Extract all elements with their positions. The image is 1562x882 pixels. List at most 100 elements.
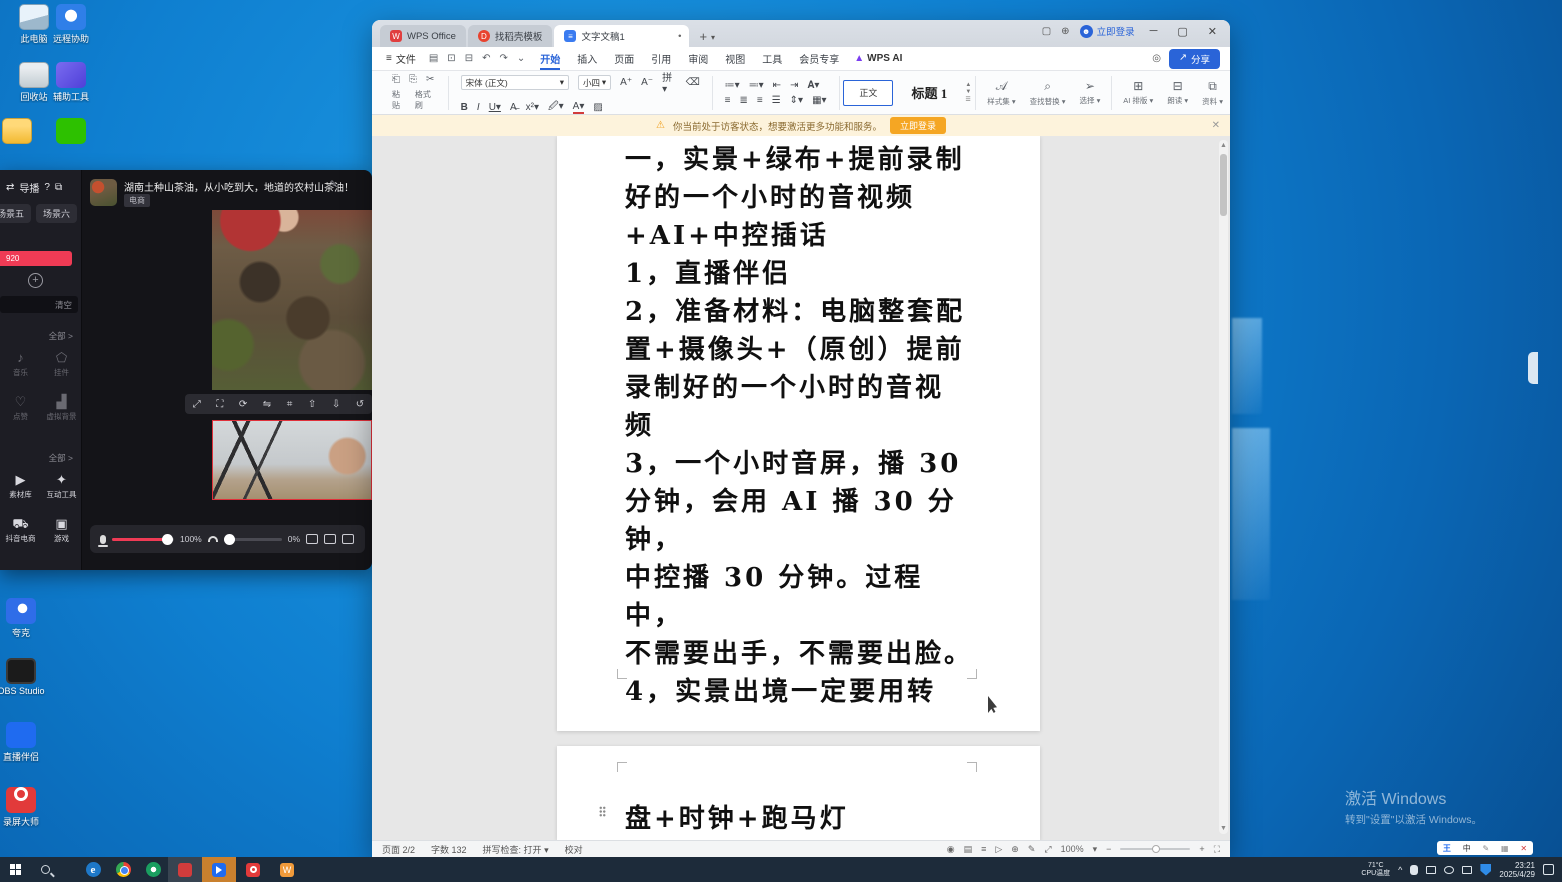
indent-button[interactable]: ⇥ (790, 80, 798, 91)
font-size-select[interactable]: 小四▾ (578, 75, 611, 90)
bold-button[interactable]: B (461, 102, 468, 113)
monitor-headphone-icon[interactable] (208, 536, 218, 542)
layer-up-icon[interactable]: ⇧ (308, 399, 316, 410)
find-replace-button[interactable]: ⌕ 查找替换 ▾ (1023, 79, 1073, 107)
more-caret-icon[interactable]: ⌄ (517, 53, 525, 64)
highlight-button[interactable]: 🖉▾ (548, 99, 564, 116)
word-count[interactable]: 字数 132 (431, 843, 467, 856)
layout-switch-icon[interactable]: ▢ (1042, 26, 1051, 37)
clear-button[interactable]: 清空 (55, 299, 72, 311)
document-scrollbar[interactable]: ▲ ▼ (1219, 140, 1228, 834)
font-name-select[interactable]: 宋体 (正文)▾ (461, 75, 569, 90)
shading-button[interactable]: ▦▾ (812, 95, 826, 106)
tool-sticker[interactable]: ⬠ 挂件 (41, 350, 82, 378)
popout-icon[interactable]: ⧉ (55, 182, 62, 193)
style-normal[interactable]: 正文 (843, 80, 893, 106)
action-center-icon[interactable] (1543, 864, 1554, 875)
zoom-out-button[interactable]: − (1106, 844, 1111, 854)
start-button[interactable] (0, 857, 30, 882)
zoom-level[interactable]: 100% (1061, 844, 1084, 854)
input-method-bar[interactable]: 王 中 ✎ ▦ ✕ (1437, 841, 1533, 855)
help-icon[interactable]: ? (44, 182, 50, 193)
paste-label[interactable]: 粘贴 (392, 89, 406, 111)
network-tray-icon[interactable] (1462, 866, 1472, 874)
video-preview-main[interactable] (212, 210, 372, 390)
clear-format-icon[interactable]: ⌫ (686, 77, 700, 88)
tab-wps-home[interactable]: W WPS Office (380, 25, 466, 47)
superscript-button[interactable]: x²▾ (526, 102, 539, 113)
desktop-icon-folder[interactable] (0, 118, 46, 144)
ribbon-tab-tools[interactable]: 工具 (760, 47, 784, 70)
hide-ribbon-icon[interactable]: ◎ (1152, 53, 1161, 64)
read-aloud-button[interactable]: ⊟ 朗读 ▾ (1160, 79, 1195, 106)
taskbar-clock[interactable]: 23:21 2025/4/29 (1499, 861, 1535, 879)
taskbar-live-companion-active[interactable] (202, 857, 236, 882)
record-icon[interactable] (342, 534, 354, 544)
tray-expand-icon[interactable]: ^ (1398, 865, 1402, 875)
document-text-page2[interactable]: 盘+时钟+跑马灯 (625, 798, 849, 835)
char-shading-button[interactable]: ▨ (593, 102, 602, 113)
close-button[interactable]: ✕ (1203, 25, 1222, 38)
ribbon-tab-reference[interactable]: 引用 (649, 47, 673, 70)
read-mode-icon[interactable]: ▷ (995, 844, 1002, 855)
italic-button[interactable]: I (477, 102, 480, 113)
document-page-1[interactable]: 一，实景+绿布+提前录制 好的一个小时的音视频 +AI+中控插话 1，直播伴侣 … (557, 136, 1040, 731)
share-button[interactable]: ↗ 分享 (1169, 49, 1220, 69)
numbering-button[interactable]: ≕▾ (749, 80, 764, 91)
section-all-2[interactable]: 全部 > (49, 452, 73, 464)
section-all-1[interactable]: 全部 > (49, 330, 73, 342)
bullets-button[interactable]: ≔▾ (725, 80, 740, 91)
banner-login-button[interactable]: 立即登录 (890, 117, 946, 134)
ribbon-tab-insert[interactable]: 插入 (575, 47, 599, 70)
tab-document[interactable]: ≡ 文字文稿1 • (554, 25, 689, 47)
underline-button[interactable]: U▾ (489, 102, 501, 113)
tool-interactive[interactable]: ✦ 互动工具 (41, 472, 82, 500)
camera-icon[interactable] (306, 534, 318, 544)
scene-tab-5[interactable]: 场景五 (0, 204, 31, 223)
font-color-button[interactable]: A▾ (573, 101, 585, 114)
tool-game[interactable]: ▣ 游戏 (41, 516, 82, 544)
style-gallery-arrows[interactable]: ▲▼☰ (965, 82, 971, 103)
taskbar-browser-360[interactable] (138, 857, 168, 882)
stream-cover-thumbnail[interactable] (90, 179, 117, 206)
ribbon-tab-member[interactable]: 会员专享 (797, 47, 841, 70)
fullscreen-icon[interactable]: ⛶ (1214, 844, 1220, 855)
paragraph-drag-handle[interactable] (599, 806, 606, 817)
ribbon-tab-wps-ai[interactable]: ▲ WPS AI (854, 53, 902, 64)
select-button[interactable]: ➢ 选择 ▾ (1072, 79, 1107, 106)
zoom-caret[interactable]: ▾ (1093, 844, 1098, 855)
align-left-button[interactable]: ≡ (725, 95, 731, 106)
taskbar-recorder[interactable] (236, 857, 270, 882)
tool-music[interactable]: ♪ 音乐 (0, 350, 41, 378)
cut-icon[interactable]: ✂ (426, 74, 434, 85)
screen-share-icon[interactable] (324, 534, 336, 544)
undo-icon[interactable]: ↶ (482, 53, 490, 64)
taskbar-wps[interactable]: W (270, 857, 304, 882)
save-icon[interactable]: ▤ (429, 53, 438, 64)
align-right-button[interactable]: ≡ (757, 95, 763, 106)
tool-material-library[interactable]: ▶ 素材库 (0, 472, 41, 500)
add-scene-button[interactable]: + (28, 273, 43, 288)
desktop-icon-quark[interactable]: 夸克 (0, 598, 50, 639)
scroll-up-icon[interactable]: ▲ (1220, 142, 1227, 149)
align-center-button[interactable]: ≣ (739, 95, 747, 106)
monitor-volume-slider[interactable] (224, 538, 282, 541)
proofread-button[interactable]: 校对 (565, 843, 583, 856)
taskbar-app-red[interactable] (168, 857, 202, 882)
format-painter-label[interactable]: 格式刷 (415, 89, 436, 111)
screen-edge-handle[interactable] (1528, 352, 1538, 384)
desktop-icon-live-companion[interactable]: 直播伴侣 (0, 722, 50, 763)
switch-icon[interactable]: ⇄ (6, 182, 14, 193)
outline-view-icon[interactable]: ≡ (981, 844, 986, 854)
ime-lang-icon[interactable]: 中 (1463, 843, 1471, 854)
ribbon-tab-page[interactable]: 页面 (612, 47, 636, 70)
taskbar-edge[interactable]: e (78, 857, 108, 882)
copy-icon[interactable]: ⎘ (409, 74, 417, 85)
justify-button[interactable]: ☰ (772, 95, 781, 106)
hot-value-bar[interactable]: 920 (0, 251, 72, 266)
document-text-page1[interactable]: 一，实景+绿布+提前录制 好的一个小时的音视频 +AI+中控插话 1，直播伴侣 … (625, 141, 975, 711)
tab-docer-templates[interactable]: D 找稻壳模板 (468, 25, 553, 47)
rotate-icon[interactable]: ⟳ (239, 399, 247, 410)
spellcheck-status[interactable]: 拼写检查: 打开 ▾ (483, 843, 549, 856)
expand-icon[interactable]: ⤢ (193, 399, 201, 410)
